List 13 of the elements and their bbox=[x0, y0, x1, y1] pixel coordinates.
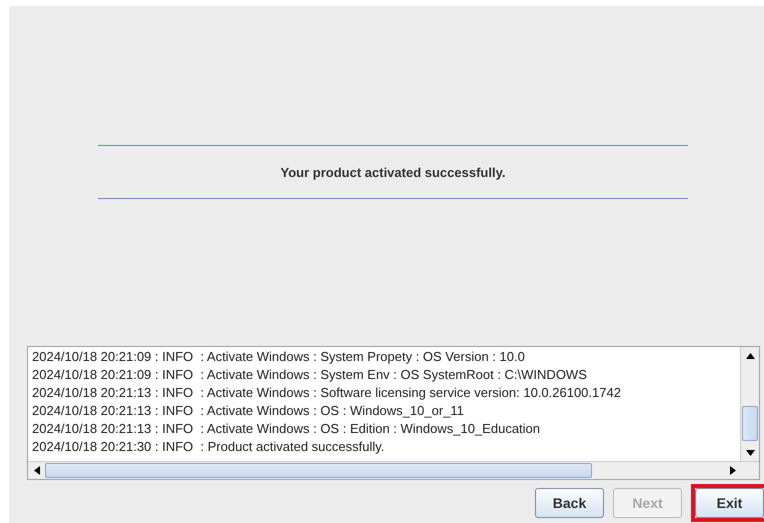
dialog-button[interactable]: Back bbox=[535, 488, 604, 518]
log-line: 2024/10/18 20:21:30 : INFO : Product activated successfully. bbox=[32, 438, 386, 456]
log-line: 2024/10/18 20:21:09 : INFO : Activate Windows : System Propety : OS Version : 10.0 bbox=[32, 348, 526, 366]
vertical-scrollbar[interactable] bbox=[740, 347, 759, 461]
log-line: 2024/10/18 20:21:13 : INFO : Activate Windows : OS : Edition : Windows_10_Education bbox=[32, 420, 542, 438]
dialog-button[interactable]: Exit bbox=[695, 488, 764, 518]
log-line: 2024/10/18 20:21:13 : INFO : Activate Windows : OS : Windows_10_or_11 bbox=[32, 402, 465, 420]
log-line: 2024/10/18 20:21:13 : INFO : Activate Windows : Software licensing service version: 10.0.26100.1742 bbox=[32, 384, 622, 402]
success-message: Your product activated successfully. bbox=[280, 164, 506, 182]
scrollbar-thumb[interactable] bbox=[742, 406, 758, 441]
horizontal-scrollbar[interactable] bbox=[28, 461, 759, 479]
log-line: 2024/10/18 20:21:09 : INFO : Activate Windows : System Env : OS SystemRoot : C:\WINDOWS bbox=[32, 366, 588, 384]
scrollbar-thumb[interactable] bbox=[45, 463, 592, 478]
